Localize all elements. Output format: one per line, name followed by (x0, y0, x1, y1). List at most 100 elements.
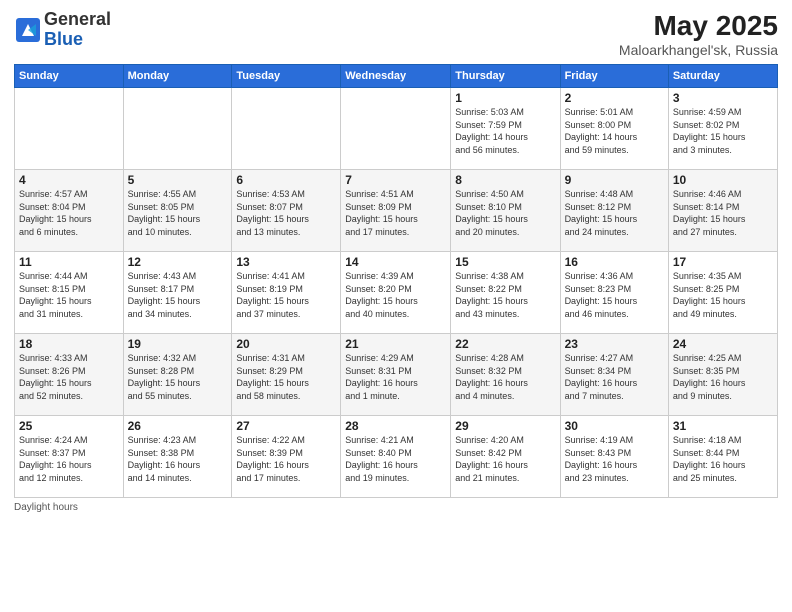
header: General Blue May 2025 Maloarkhangel'sk, … (14, 10, 778, 58)
calendar-cell: 15Sunrise: 4:38 AM Sunset: 8:22 PM Dayli… (451, 252, 560, 334)
day-info: Sunrise: 4:59 AM Sunset: 8:02 PM Dayligh… (673, 106, 773, 156)
day-number: 19 (128, 337, 228, 351)
day-number: 25 (19, 419, 119, 433)
calendar-cell: 19Sunrise: 4:32 AM Sunset: 8:28 PM Dayli… (123, 334, 232, 416)
weekday-header-sunday: Sunday (15, 65, 124, 88)
day-number: 29 (455, 419, 555, 433)
day-info: Sunrise: 4:19 AM Sunset: 8:43 PM Dayligh… (565, 434, 664, 484)
page: General Blue May 2025 Maloarkhangel'sk, … (0, 0, 792, 612)
calendar-cell: 1Sunrise: 5:03 AM Sunset: 7:59 PM Daylig… (451, 88, 560, 170)
day-number: 5 (128, 173, 228, 187)
day-number: 30 (565, 419, 664, 433)
day-number: 31 (673, 419, 773, 433)
day-info: Sunrise: 4:39 AM Sunset: 8:20 PM Dayligh… (345, 270, 446, 320)
day-number: 13 (236, 255, 336, 269)
day-info: Sunrise: 4:43 AM Sunset: 8:17 PM Dayligh… (128, 270, 228, 320)
day-info: Sunrise: 4:55 AM Sunset: 8:05 PM Dayligh… (128, 188, 228, 238)
calendar-cell: 16Sunrise: 4:36 AM Sunset: 8:23 PM Dayli… (560, 252, 668, 334)
day-number: 7 (345, 173, 446, 187)
logo: General Blue (14, 10, 111, 50)
weekday-header-monday: Monday (123, 65, 232, 88)
calendar-cell: 22Sunrise: 4:28 AM Sunset: 8:32 PM Dayli… (451, 334, 560, 416)
day-number: 4 (19, 173, 119, 187)
day-info: Sunrise: 4:28 AM Sunset: 8:32 PM Dayligh… (455, 352, 555, 402)
logo-icon (14, 16, 42, 44)
day-number: 18 (19, 337, 119, 351)
footer-note: Daylight hours (14, 502, 778, 513)
weekday-header-saturday: Saturday (668, 65, 777, 88)
day-info: Sunrise: 4:18 AM Sunset: 8:44 PM Dayligh… (673, 434, 773, 484)
calendar-cell: 9Sunrise: 4:48 AM Sunset: 8:12 PM Daylig… (560, 170, 668, 252)
calendar-cell: 8Sunrise: 4:50 AM Sunset: 8:10 PM Daylig… (451, 170, 560, 252)
day-info: Sunrise: 4:29 AM Sunset: 8:31 PM Dayligh… (345, 352, 446, 402)
calendar-table: SundayMondayTuesdayWednesdayThursdayFrid… (14, 64, 778, 498)
logo-general: General (44, 9, 111, 29)
calendar-cell: 12Sunrise: 4:43 AM Sunset: 8:17 PM Dayli… (123, 252, 232, 334)
calendar-cell: 28Sunrise: 4:21 AM Sunset: 8:40 PM Dayli… (341, 416, 451, 498)
calendar-header-row: SundayMondayTuesdayWednesdayThursdayFrid… (15, 65, 778, 88)
calendar-cell: 27Sunrise: 4:22 AM Sunset: 8:39 PM Dayli… (232, 416, 341, 498)
day-number: 11 (19, 255, 119, 269)
calendar-cell: 2Sunrise: 5:01 AM Sunset: 8:00 PM Daylig… (560, 88, 668, 170)
calendar-cell: 29Sunrise: 4:20 AM Sunset: 8:42 PM Dayli… (451, 416, 560, 498)
title-location: Maloarkhangel'sk, Russia (619, 42, 778, 58)
calendar-cell: 13Sunrise: 4:41 AM Sunset: 8:19 PM Dayli… (232, 252, 341, 334)
day-number: 12 (128, 255, 228, 269)
day-info: Sunrise: 4:41 AM Sunset: 8:19 PM Dayligh… (236, 270, 336, 320)
weekday-header-wednesday: Wednesday (341, 65, 451, 88)
calendar-week-row: 4Sunrise: 4:57 AM Sunset: 8:04 PM Daylig… (15, 170, 778, 252)
day-info: Sunrise: 4:46 AM Sunset: 8:14 PM Dayligh… (673, 188, 773, 238)
day-info: Sunrise: 4:44 AM Sunset: 8:15 PM Dayligh… (19, 270, 119, 320)
calendar-week-row: 11Sunrise: 4:44 AM Sunset: 8:15 PM Dayli… (15, 252, 778, 334)
calendar-week-row: 18Sunrise: 4:33 AM Sunset: 8:26 PM Dayli… (15, 334, 778, 416)
calendar-cell: 31Sunrise: 4:18 AM Sunset: 8:44 PM Dayli… (668, 416, 777, 498)
day-info: Sunrise: 5:03 AM Sunset: 7:59 PM Dayligh… (455, 106, 555, 156)
day-info: Sunrise: 4:50 AM Sunset: 8:10 PM Dayligh… (455, 188, 555, 238)
calendar-cell (341, 88, 451, 170)
calendar-cell: 10Sunrise: 4:46 AM Sunset: 8:14 PM Dayli… (668, 170, 777, 252)
day-number: 10 (673, 173, 773, 187)
day-number: 17 (673, 255, 773, 269)
calendar-cell: 26Sunrise: 4:23 AM Sunset: 8:38 PM Dayli… (123, 416, 232, 498)
title-block: May 2025 Maloarkhangel'sk, Russia (619, 10, 778, 58)
day-info: Sunrise: 4:51 AM Sunset: 8:09 PM Dayligh… (345, 188, 446, 238)
day-info: Sunrise: 4:23 AM Sunset: 8:38 PM Dayligh… (128, 434, 228, 484)
calendar-cell: 25Sunrise: 4:24 AM Sunset: 8:37 PM Dayli… (15, 416, 124, 498)
day-info: Sunrise: 5:01 AM Sunset: 8:00 PM Dayligh… (565, 106, 664, 156)
calendar-cell (123, 88, 232, 170)
weekday-header-friday: Friday (560, 65, 668, 88)
calendar-cell: 3Sunrise: 4:59 AM Sunset: 8:02 PM Daylig… (668, 88, 777, 170)
day-number: 15 (455, 255, 555, 269)
calendar-cell: 18Sunrise: 4:33 AM Sunset: 8:26 PM Dayli… (15, 334, 124, 416)
day-number: 23 (565, 337, 664, 351)
day-number: 28 (345, 419, 446, 433)
day-info: Sunrise: 4:21 AM Sunset: 8:40 PM Dayligh… (345, 434, 446, 484)
day-number: 14 (345, 255, 446, 269)
day-info: Sunrise: 4:36 AM Sunset: 8:23 PM Dayligh… (565, 270, 664, 320)
day-info: Sunrise: 4:53 AM Sunset: 8:07 PM Dayligh… (236, 188, 336, 238)
day-number: 2 (565, 91, 664, 105)
day-number: 26 (128, 419, 228, 433)
day-number: 20 (236, 337, 336, 351)
weekday-header-thursday: Thursday (451, 65, 560, 88)
calendar-cell: 30Sunrise: 4:19 AM Sunset: 8:43 PM Dayli… (560, 416, 668, 498)
day-number: 21 (345, 337, 446, 351)
day-info: Sunrise: 4:22 AM Sunset: 8:39 PM Dayligh… (236, 434, 336, 484)
day-number: 22 (455, 337, 555, 351)
calendar-week-row: 25Sunrise: 4:24 AM Sunset: 8:37 PM Dayli… (15, 416, 778, 498)
calendar-cell: 7Sunrise: 4:51 AM Sunset: 8:09 PM Daylig… (341, 170, 451, 252)
calendar-cell: 24Sunrise: 4:25 AM Sunset: 8:35 PM Dayli… (668, 334, 777, 416)
calendar-cell: 14Sunrise: 4:39 AM Sunset: 8:20 PM Dayli… (341, 252, 451, 334)
day-info: Sunrise: 4:33 AM Sunset: 8:26 PM Dayligh… (19, 352, 119, 402)
day-info: Sunrise: 4:25 AM Sunset: 8:35 PM Dayligh… (673, 352, 773, 402)
calendar-cell: 11Sunrise: 4:44 AM Sunset: 8:15 PM Dayli… (15, 252, 124, 334)
calendar-cell: 6Sunrise: 4:53 AM Sunset: 8:07 PM Daylig… (232, 170, 341, 252)
day-info: Sunrise: 4:27 AM Sunset: 8:34 PM Dayligh… (565, 352, 664, 402)
day-info: Sunrise: 4:32 AM Sunset: 8:28 PM Dayligh… (128, 352, 228, 402)
day-info: Sunrise: 4:31 AM Sunset: 8:29 PM Dayligh… (236, 352, 336, 402)
day-number: 16 (565, 255, 664, 269)
day-info: Sunrise: 4:48 AM Sunset: 8:12 PM Dayligh… (565, 188, 664, 238)
calendar-cell: 20Sunrise: 4:31 AM Sunset: 8:29 PM Dayli… (232, 334, 341, 416)
calendar-cell (232, 88, 341, 170)
calendar-cell: 21Sunrise: 4:29 AM Sunset: 8:31 PM Dayli… (341, 334, 451, 416)
